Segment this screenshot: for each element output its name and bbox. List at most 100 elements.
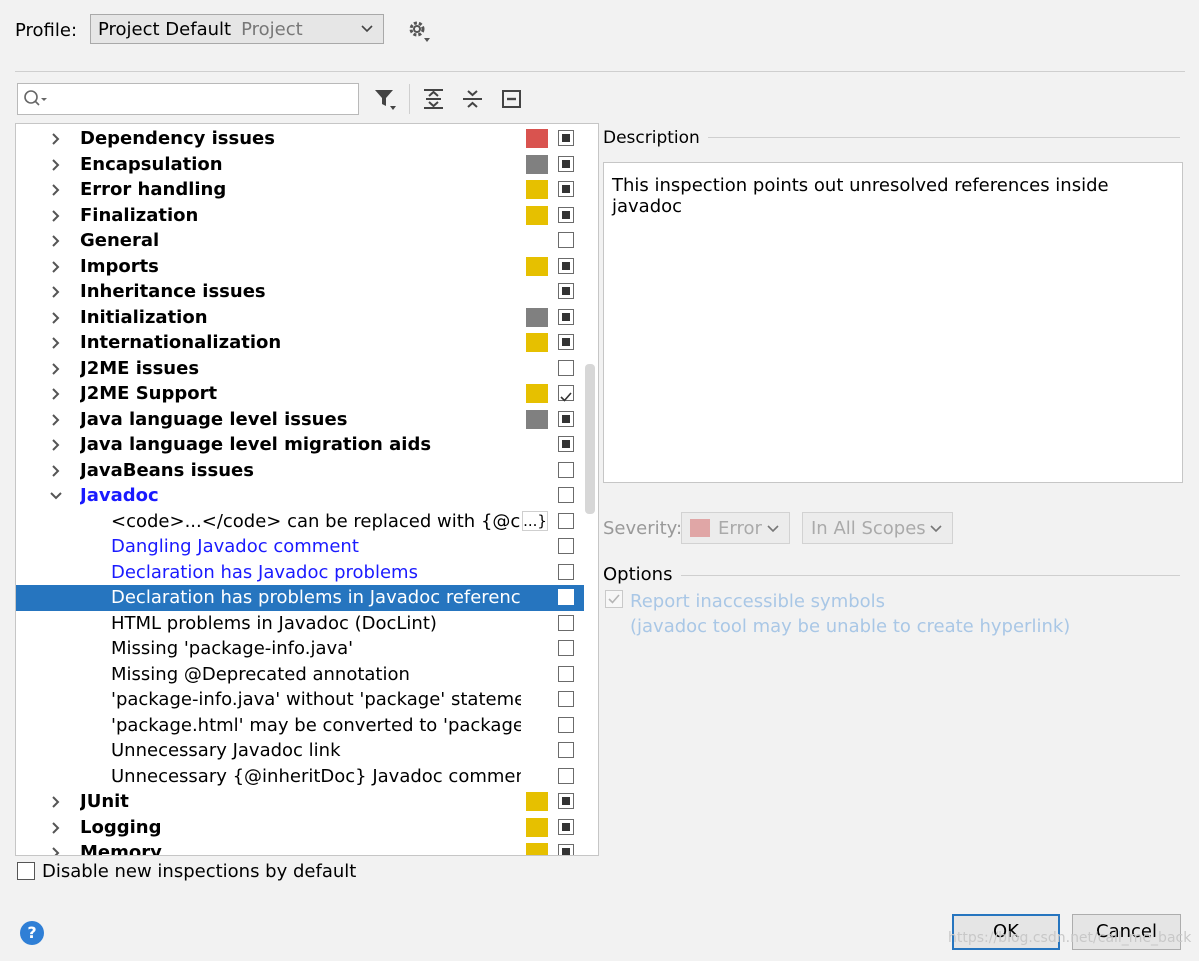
tree-row-checkbox[interactable] <box>558 130 574 146</box>
tree-category-row[interactable]: JavaBeans issues <box>16 458 584 484</box>
tree-row-checkbox[interactable] <box>558 716 574 733</box>
tree-row-checkbox[interactable] <box>558 767 574 784</box>
tree-row-checkbox[interactable] <box>558 589 574 605</box>
tree-row-checkbox[interactable] <box>558 232 574 248</box>
collapse-all-icon[interactable] <box>460 86 486 112</box>
tree-category-row[interactable]: Inheritance issues <box>16 279 584 305</box>
tree-inspection-row[interactable]: Declaration has problems in Javadoc refe… <box>16 585 584 611</box>
tree-row-label: Declaration has problems in Javadoc refe… <box>111 587 521 608</box>
tree-row-checkbox[interactable] <box>558 691 574 707</box>
chevron-right-icon[interactable] <box>49 413 63 427</box>
chevron-right-icon[interactable] <box>49 846 63 856</box>
chevron-right-icon[interactable] <box>49 158 63 172</box>
tree-row-label: JUnit <box>80 791 129 812</box>
tree-inspection-row[interactable]: Unnecessary Javadoc link <box>16 738 584 764</box>
tree-row-label: Finalization <box>80 204 199 226</box>
tree-row-checkbox[interactable] <box>558 385 574 402</box>
tree-row-checkbox[interactable] <box>558 461 574 478</box>
tree-row-checkbox[interactable] <box>558 538 574 554</box>
tree-category-row[interactable]: Finalization <box>16 203 584 229</box>
report-inaccessible-label: Report inaccessible symbols <box>630 591 886 612</box>
tree-category-row[interactable]: Dependency issues <box>16 126 584 152</box>
profile-dropdown[interactable]: Project Default Project <box>90 14 384 44</box>
tree-row-checkbox[interactable] <box>558 436 574 452</box>
tree-inspection-row[interactable]: Missing @Deprecated annotation <box>16 662 584 688</box>
tree-inspection-row[interactable]: Missing 'package-info.java' <box>16 636 584 662</box>
chevron-right-icon[interactable] <box>49 362 63 376</box>
tree-inspection-row[interactable]: 'package-info.java' without 'package' st… <box>16 687 584 713</box>
tree-row-checkbox[interactable] <box>558 665 574 682</box>
chevron-down-icon[interactable] <box>49 489 63 503</box>
tree-row-checkbox[interactable] <box>558 793 574 809</box>
tree-row-checkbox[interactable] <box>558 155 574 172</box>
chevron-right-icon[interactable] <box>49 209 63 223</box>
search-field[interactable] <box>17 83 359 115</box>
reset-icon[interactable] <box>499 86 525 112</box>
tree-category-row[interactable]: Javadoc <box>16 483 584 509</box>
scope-dropdown[interactable]: In All Scopes <box>802 512 953 544</box>
chevron-right-icon[interactable] <box>49 821 63 835</box>
chevron-right-icon[interactable] <box>49 464 63 478</box>
tree-category-row[interactable]: Initialization <box>16 305 584 331</box>
tree-row-checkbox[interactable] <box>558 308 574 325</box>
chevron-right-icon[interactable] <box>49 183 63 197</box>
tree-category-row[interactable]: Memory <box>16 840 584 856</box>
chevron-down-icon <box>361 25 373 33</box>
tree-inspection-row[interactable]: HTML problems in Javadoc (DocLint) <box>16 611 584 637</box>
tree-inspection-row[interactable]: Unnecessary {@inheritDoc} Javadoc commen… <box>16 764 584 790</box>
tree-category-row[interactable]: Logging <box>16 815 584 841</box>
tree-row-checkbox[interactable] <box>558 206 574 223</box>
tree-category-row[interactable]: Java language level issues <box>16 407 584 433</box>
tree-category-row[interactable]: Encapsulation <box>16 152 584 178</box>
search-icon <box>24 90 47 106</box>
chevron-right-icon[interactable] <box>49 234 63 248</box>
tree-row-checkbox[interactable] <box>558 181 574 197</box>
chevron-right-icon[interactable] <box>49 285 63 299</box>
tree-row-checkbox[interactable] <box>558 818 574 835</box>
severity-color-swatch <box>526 154 548 174</box>
tree-row-checkbox[interactable] <box>558 283 574 299</box>
inspection-tree[interactable]: Dependency issues Encapsulation Error hand… <box>15 123 599 856</box>
tree-category-row[interactable]: Internationalization <box>16 330 584 356</box>
tree-category-row[interactable]: General <box>16 228 584 254</box>
tree-inspection-row[interactable]: Dangling Javadoc comment <box>16 534 584 560</box>
tree-row-checkbox[interactable] <box>558 844 574 855</box>
chevron-right-icon[interactable] <box>49 260 63 274</box>
tree-category-row[interactable]: J2ME issues <box>16 356 584 382</box>
tree-inspection-row[interactable]: Declaration has Javadoc problems <box>16 560 584 586</box>
tree-row-label: Memory <box>80 842 162 856</box>
search-input[interactable] <box>52 87 356 113</box>
expand-all-icon[interactable] <box>421 86 447 112</box>
tree-category-row[interactable]: Imports <box>16 254 584 280</box>
tree-inspection-row[interactable]: <code>...</code> can be replaced with {@… <box>16 509 584 535</box>
tree-scrollbar[interactable] <box>585 364 595 514</box>
report-inaccessible-checkbox[interactable] <box>605 590 623 608</box>
tree-row-checkbox[interactable] <box>558 742 574 758</box>
gear-icon[interactable] <box>406 18 432 44</box>
tree-row-checkbox[interactable] <box>558 512 574 529</box>
chevron-right-icon[interactable] <box>49 336 63 350</box>
chevron-right-icon[interactable] <box>49 387 63 401</box>
tree-row-checkbox[interactable] <box>558 359 574 376</box>
chevron-right-icon[interactable] <box>49 795 63 809</box>
tree-row-checkbox[interactable] <box>558 614 574 631</box>
tree-row-checkbox[interactable] <box>558 334 574 350</box>
tree-row-checkbox[interactable] <box>558 563 574 580</box>
chevron-right-icon[interactable] <box>49 132 63 146</box>
chevron-down-icon <box>767 525 779 533</box>
tree-category-row[interactable]: Java language level migration aids <box>16 432 584 458</box>
chevron-right-icon[interactable] <box>49 438 63 452</box>
filter-icon[interactable] <box>372 86 398 112</box>
tree-row-checkbox[interactable] <box>558 257 574 274</box>
tree-row-checkbox[interactable] <box>558 487 574 503</box>
help-icon[interactable]: ? <box>20 921 44 945</box>
chevron-right-icon[interactable] <box>49 311 63 325</box>
tree-category-row[interactable]: Error handling <box>16 177 584 203</box>
disable-new-inspections-checkbox[interactable] <box>17 862 35 880</box>
tree-row-checkbox[interactable] <box>558 410 574 427</box>
tree-category-row[interactable]: JUnit <box>16 789 584 815</box>
tree-inspection-row[interactable]: 'package.html' may be converted to 'pack… <box>16 713 584 739</box>
severity-dropdown[interactable]: Error <box>681 512 790 544</box>
tree-row-checkbox[interactable] <box>558 640 574 656</box>
tree-category-row[interactable]: J2ME Support <box>16 381 584 407</box>
